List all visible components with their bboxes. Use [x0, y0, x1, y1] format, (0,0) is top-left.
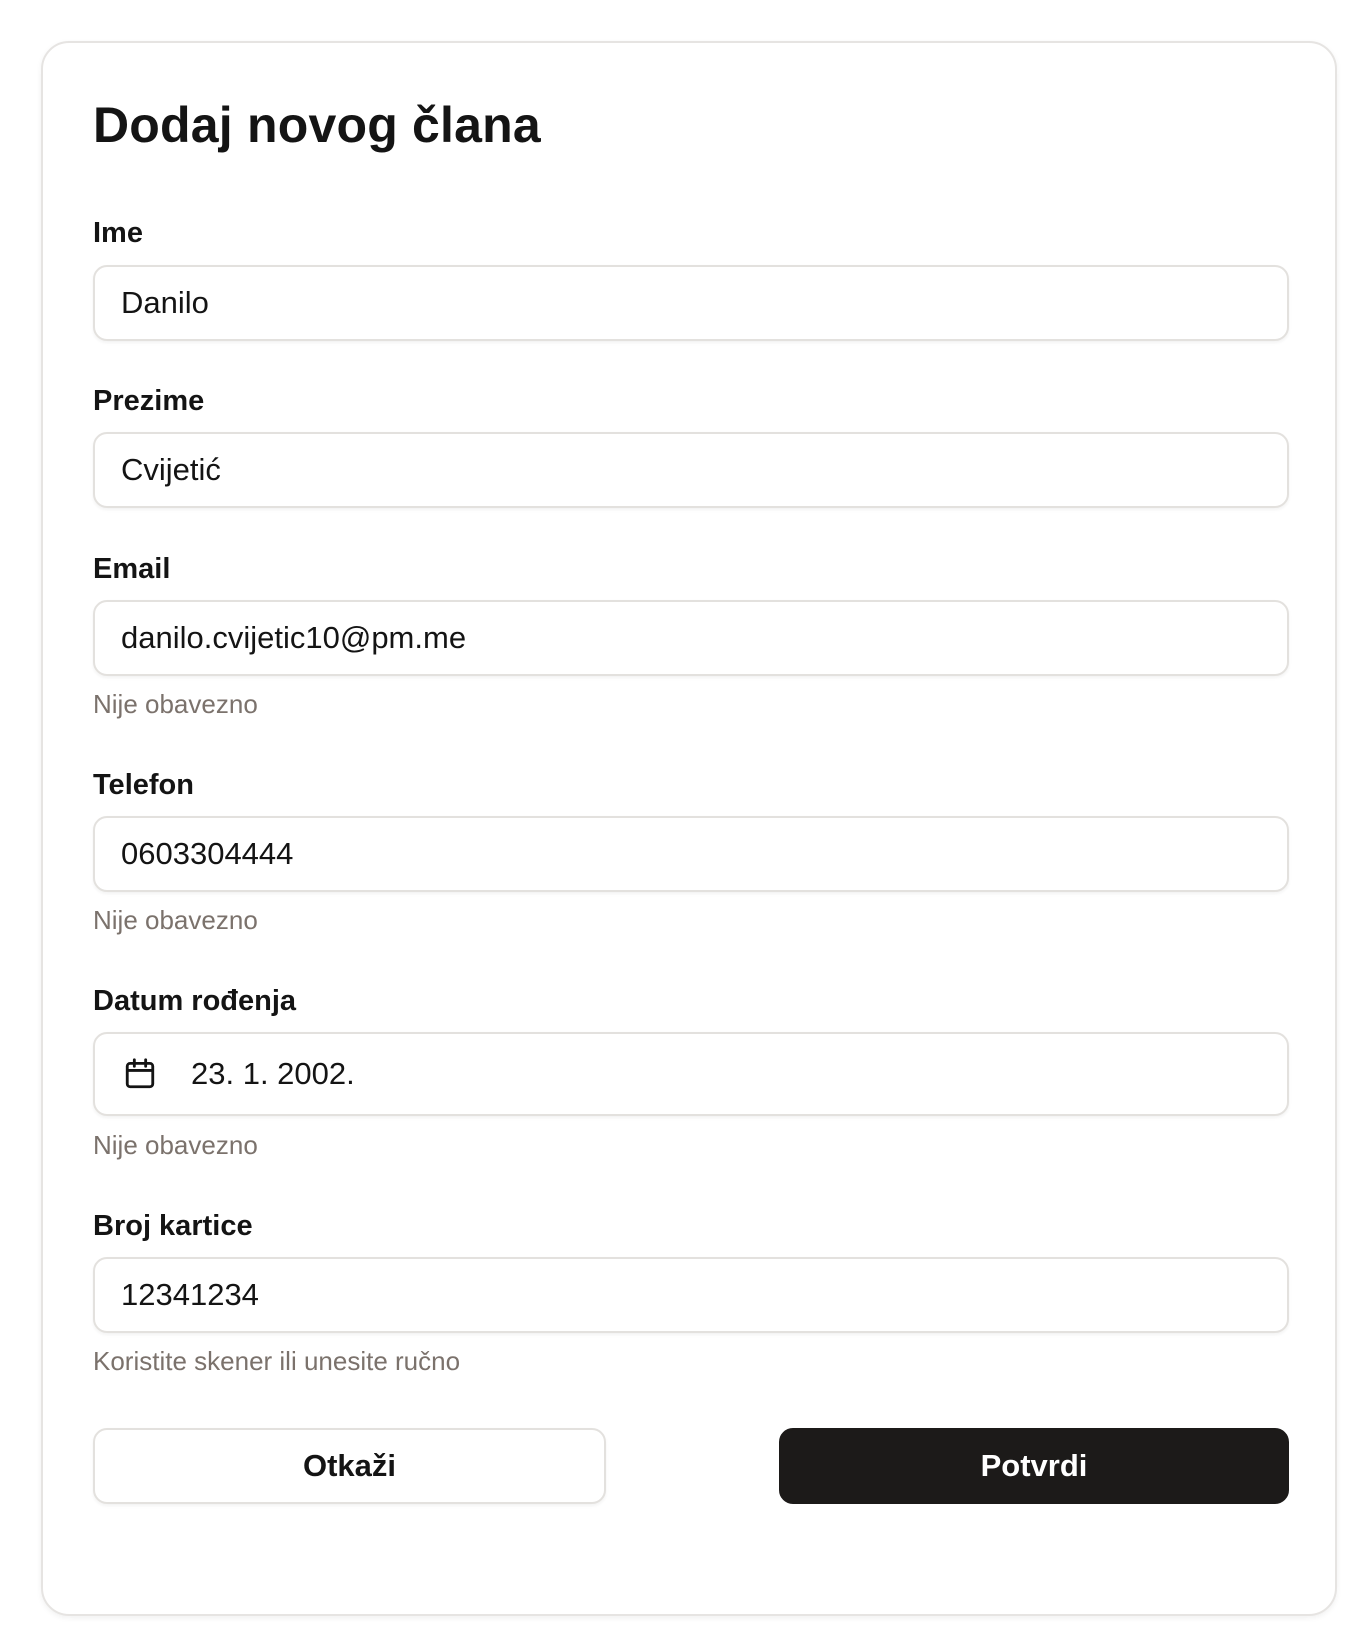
add-member-dialog: Dodaj novog člana Ime Danilo Prezime Cvi…: [41, 41, 1337, 1616]
first-name-value: Danilo: [121, 285, 209, 320]
phone-label: Telefon: [93, 769, 194, 801]
first-name-label: Ime: [93, 217, 143, 249]
dialog-title: Dodaj novog člana: [93, 97, 541, 153]
phone-value: 0603304444: [121, 836, 294, 871]
birth-date-hint: Nije obavezno: [93, 1130, 258, 1160]
card-number-input[interactable]: 12341234: [93, 1257, 1289, 1333]
last-name-input[interactable]: Cvijetić: [93, 432, 1289, 508]
last-name-value: Cvijetić: [121, 452, 221, 487]
cancel-button[interactable]: Otkaži: [93, 1428, 606, 1504]
card-number-hint: Koristite skener ili unesite ručno: [93, 1346, 461, 1376]
card-number-label: Broj kartice: [93, 1210, 253, 1242]
last-name-label: Prezime: [93, 385, 205, 417]
email-input[interactable]: danilo.cvijetic10@pm.me: [93, 600, 1289, 676]
birth-date-value: 23. 1. 2002.: [191, 1056, 355, 1091]
email-label: Email: [93, 553, 171, 585]
calendar-icon: [125, 1058, 155, 1089]
email-hint: Nije obavezno: [93, 689, 258, 719]
email-value: danilo.cvijetic10@pm.me: [121, 620, 467, 655]
phone-hint: Nije obavezno: [93, 905, 258, 935]
card-number-value: 12341234: [121, 1277, 259, 1312]
confirm-button[interactable]: Potvrdi: [779, 1428, 1289, 1504]
first-name-input[interactable]: Danilo: [93, 265, 1289, 341]
phone-input[interactable]: 0603304444: [93, 816, 1289, 892]
birth-date-picker[interactable]: 23. 1. 2002.: [93, 1032, 1289, 1116]
birth-date-label: Datum rođenja: [93, 985, 297, 1017]
